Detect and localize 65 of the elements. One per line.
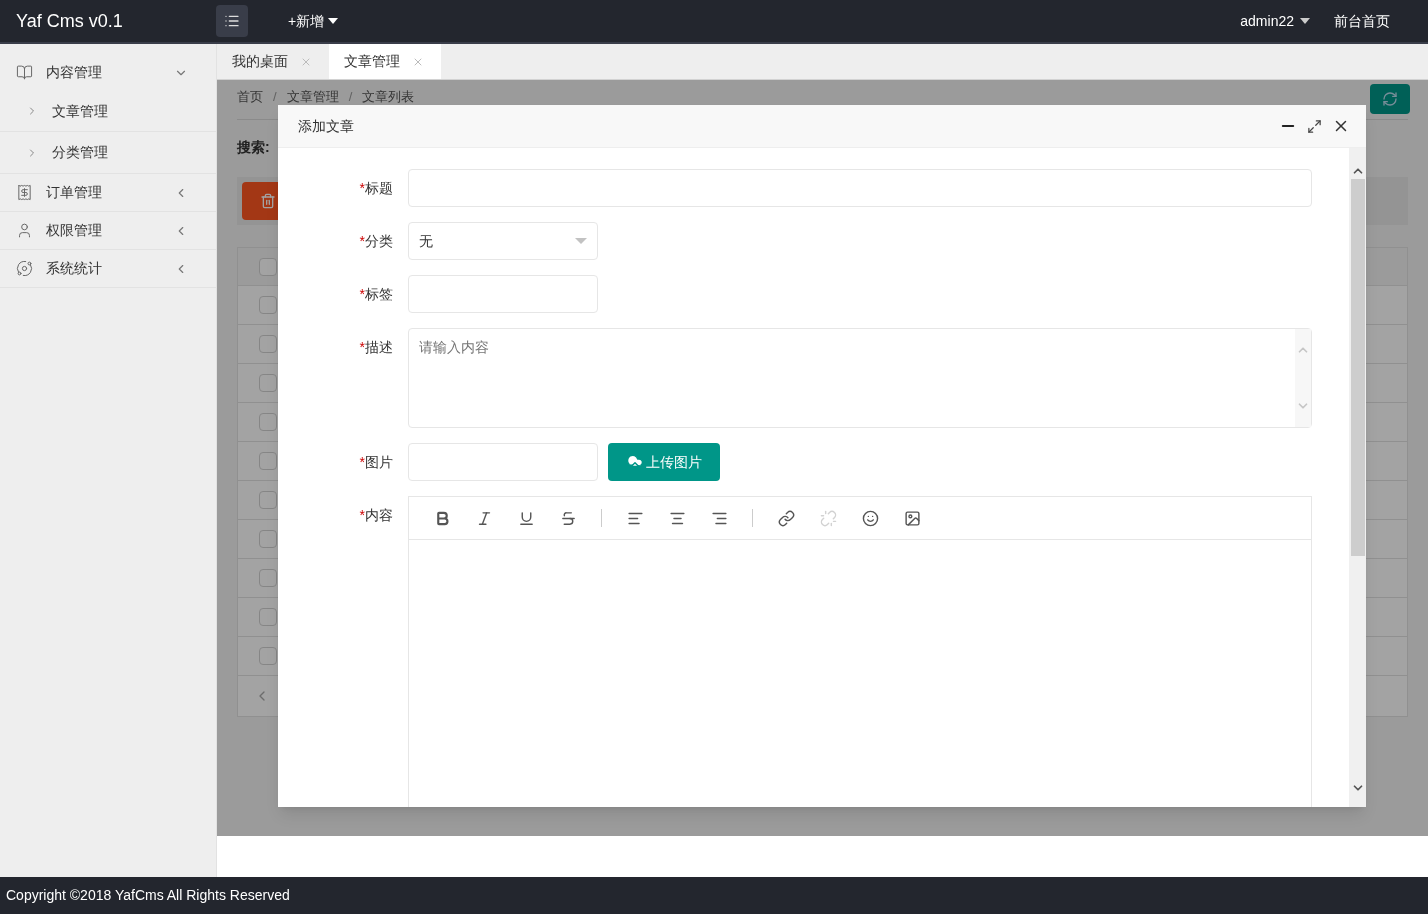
sidebar-item[interactable]: 权限管理 xyxy=(0,212,216,249)
row-checkbox[interactable] xyxy=(259,491,277,509)
image-path-input[interactable] xyxy=(408,443,598,481)
page-tab[interactable]: 我的桌面 xyxy=(217,44,329,79)
required-mark: * xyxy=(359,507,365,523)
strike-icon[interactable] xyxy=(559,509,577,527)
menu-toggle-button[interactable] xyxy=(216,5,248,37)
field-label: 图片 xyxy=(365,454,393,470)
refresh-icon xyxy=(1382,91,1398,107)
upload-button[interactable]: 上传图片 xyxy=(608,443,720,481)
sidebar-subitem[interactable]: 分类管理 xyxy=(0,132,216,173)
field-label: 标签 xyxy=(365,286,393,302)
row-checkbox[interactable] xyxy=(259,257,277,276)
link-icon[interactable] xyxy=(777,509,795,527)
menu-icon xyxy=(224,13,240,29)
breadcrumb-separator: / xyxy=(273,90,277,106)
breadcrumb-link[interactable]: 首页 xyxy=(237,90,263,119)
sidebar-item[interactable]: 内容管理 xyxy=(0,54,216,91)
field-label: 分类 xyxy=(365,233,393,249)
maximize-icon[interactable] xyxy=(1307,118,1322,134)
image-icon[interactable] xyxy=(903,509,921,527)
row-checkbox[interactable] xyxy=(259,296,277,314)
field-label: 内容 xyxy=(365,507,393,523)
app-logo: Yaf Cms v0.1 xyxy=(15,9,124,33)
underline-icon[interactable] xyxy=(517,509,535,527)
copyright-text: Copyright ©2018 YafCms All Rights Reserved xyxy=(6,886,290,905)
row-checkbox[interactable] xyxy=(259,647,277,665)
person-icon xyxy=(16,222,33,239)
sidebar-item[interactable]: 订单管理 xyxy=(0,174,216,211)
row-checkbox[interactable] xyxy=(259,335,277,353)
breadcrumb-separator: / xyxy=(348,90,353,106)
scrollbar[interactable] xyxy=(1349,148,1366,807)
book-icon xyxy=(16,64,33,81)
required-mark: * xyxy=(359,286,365,302)
orbit-icon xyxy=(16,260,33,277)
dialog-title: 添加文章 xyxy=(298,116,355,136)
page-tab[interactable]: 文章管理 xyxy=(329,44,441,79)
user-menu[interactable]: admin22 xyxy=(1240,10,1310,32)
sidebar-subitem[interactable]: 文章管理 xyxy=(0,91,216,132)
row-checkbox[interactable] xyxy=(259,452,277,470)
title-input[interactable] xyxy=(408,169,1312,207)
required-mark: * xyxy=(359,454,365,470)
description-textarea[interactable]: 请输入内容 xyxy=(408,328,1312,428)
emoji-icon[interactable] xyxy=(861,509,879,527)
row-checkbox[interactable] xyxy=(259,608,277,626)
required-mark: * xyxy=(359,233,365,249)
row-checkbox[interactable] xyxy=(259,374,277,392)
field-label: 标题 xyxy=(365,180,393,196)
row-checkbox[interactable] xyxy=(259,413,277,431)
new-menu[interactable]: +新增 xyxy=(288,10,339,32)
receipt-icon xyxy=(16,184,33,201)
search-label: 搜索: xyxy=(237,140,270,155)
trash-icon xyxy=(260,193,276,209)
home-link[interactable]: 前台首页 xyxy=(1334,10,1390,32)
required-mark: * xyxy=(359,180,365,196)
scrollbar-thumb[interactable] xyxy=(1350,179,1365,556)
row-checkbox[interactable] xyxy=(259,530,277,548)
refresh-button[interactable] xyxy=(1370,84,1410,114)
field-label: 描述 xyxy=(365,339,393,355)
category-select[interactable]: 无 xyxy=(408,222,598,260)
required-mark: * xyxy=(359,339,365,355)
sidebar-item[interactable]: 系统统计 xyxy=(0,250,216,287)
tag-input[interactable] xyxy=(408,275,598,313)
caret-icon xyxy=(575,238,587,244)
row-checkbox[interactable] xyxy=(259,569,277,587)
